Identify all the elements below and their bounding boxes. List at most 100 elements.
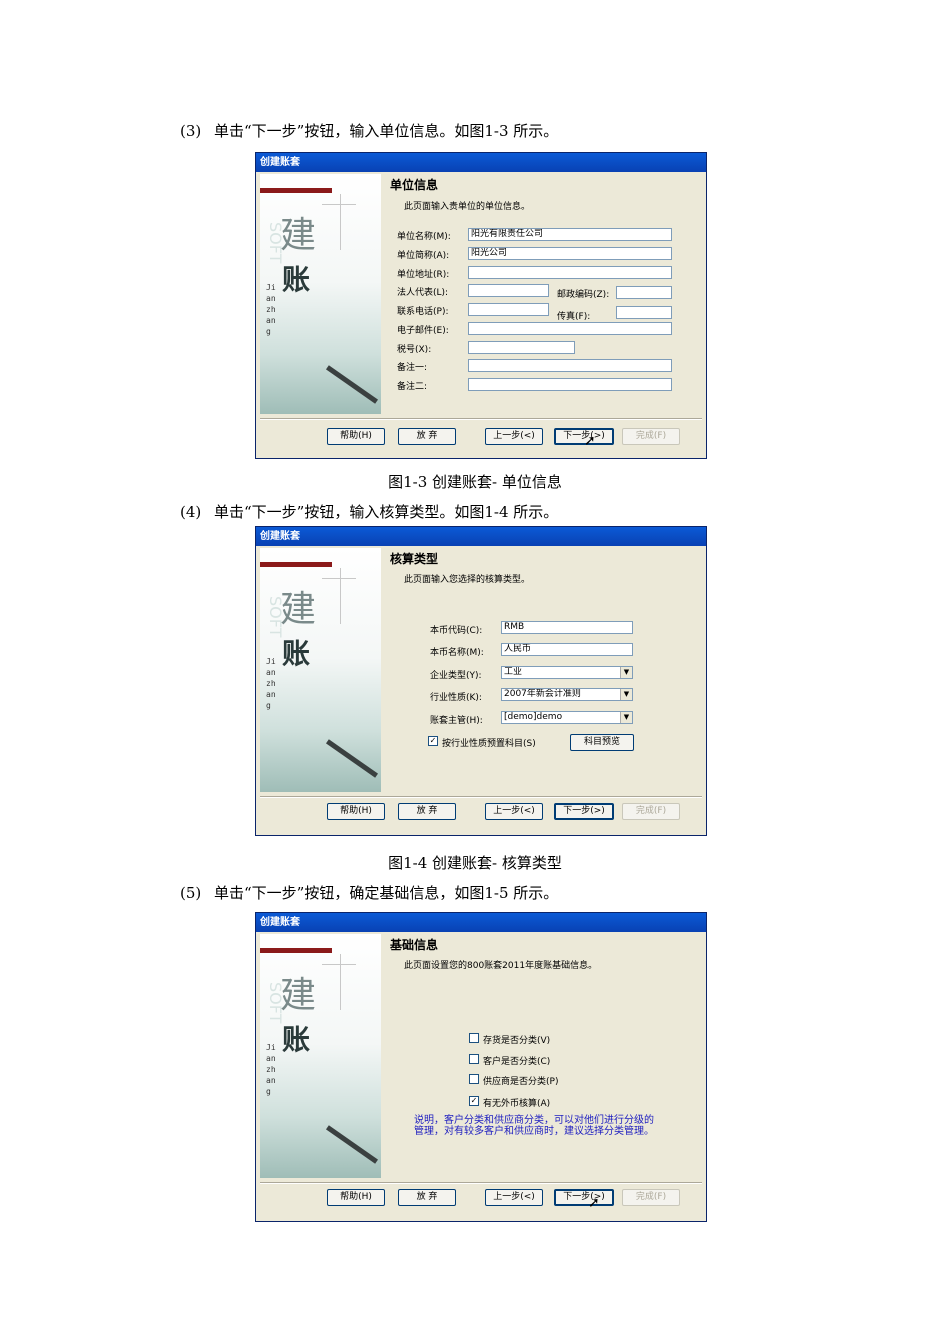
- side-panel-image: SOFT 建 账 Jianzhang: [260, 548, 381, 792]
- paragraph-step-4: (4) 单击“下一步”按钮，输入核算类型。如图1-4 所示。: [180, 501, 558, 522]
- side-char-jian: 建: [280, 215, 317, 256]
- next-button[interactable]: 下一步(>): [554, 803, 614, 820]
- side-char-zhang: 账: [282, 637, 311, 670]
- tax-input[interactable]: [468, 341, 575, 354]
- dropdown-arrow-icon[interactable]: ▼: [620, 689, 632, 700]
- mouse-cursor-icon: ➚: [588, 1195, 600, 1211]
- side-vertical-text: Jianzhang: [266, 1043, 276, 1096]
- prev-button[interactable]: 上一步(<): [485, 1189, 543, 1206]
- supplier-classify-label: 供应商是否分类(P): [483, 1077, 559, 1087]
- help-button[interactable]: 帮助(H): [327, 428, 385, 445]
- inventory-classify-label: 存货是否分类(V): [483, 1036, 551, 1046]
- abandon-button[interactable]: 放 弃: [398, 428, 456, 445]
- customer-classify-label: 客户是否分类(C): [483, 1057, 551, 1067]
- step-number: (5): [180, 884, 202, 902]
- step-number: (4): [180, 503, 202, 521]
- side-vertical-text: Jianzhang: [266, 657, 276, 710]
- help-button[interactable]: 帮助(H): [327, 1189, 385, 1206]
- note1-input[interactable]: [468, 359, 672, 372]
- abandon-button[interactable]: 放 弃: [398, 803, 456, 820]
- email-label: 电子邮件(E):: [397, 326, 449, 336]
- subject-preview-button[interactable]: 科目预览: [570, 734, 634, 751]
- dialog-accounting-type: 创建账套 SOFT 建 账 Jianzhang 核算类型 此页面输入您选择的核算…: [255, 526, 707, 836]
- address-input[interactable]: [468, 266, 672, 279]
- paragraph-step-3: (3) 单击“下一步”按钮，输入单位信息。如图1-3 所示。: [180, 120, 558, 141]
- side-char-jian: 建: [280, 589, 317, 630]
- page-subtitle: 此页面输入您选择的核算类型。: [404, 575, 531, 585]
- phone-input[interactable]: [468, 303, 549, 316]
- fax-input[interactable]: [616, 306, 672, 319]
- company-type-select[interactable]: 工业 ▼: [501, 666, 633, 679]
- postcode-label: 邮政编码(Z):: [557, 290, 610, 300]
- finish-button[interactable]: 完成(F): [622, 803, 680, 820]
- prev-button[interactable]: 上一步(<): [485, 803, 543, 820]
- dialog-unit-info: 创建账套 SOFT 建 账 Jianzhang 单位信息 此页面输入贵单位的单位…: [255, 152, 707, 459]
- side-char-jian: 建: [280, 975, 317, 1016]
- figure-caption-1-3: 图1-3 创建账套- 单位信息: [388, 473, 562, 491]
- abandon-button[interactable]: 放 弃: [398, 1189, 456, 1206]
- supervisor-select[interactable]: [demo]demo ▼: [501, 711, 633, 724]
- currency-name-input[interactable]: 人民币: [501, 643, 633, 656]
- tax-label: 税号(X):: [397, 345, 432, 355]
- email-input[interactable]: [468, 322, 672, 335]
- company-type-label: 企业类型(Y):: [430, 671, 482, 681]
- legal-rep-label: 法人代表(L):: [397, 288, 449, 298]
- currency-name-label: 本币名称(M):: [430, 648, 484, 658]
- address-label: 单位地址(R):: [397, 270, 450, 280]
- unit-abbr-label: 单位简称(A):: [397, 251, 450, 261]
- industry-value: 2007年新会计准则: [504, 689, 581, 699]
- industry-select[interactable]: 2007年新会计准则 ▼: [501, 688, 633, 701]
- step-text: 单击“下一步”按钮，确定基础信息，如图1-5 所示。: [214, 884, 559, 902]
- currency-code-label: 本币代码(C):: [430, 626, 483, 636]
- foreign-currency-checkbox[interactable]: ✓: [469, 1096, 479, 1106]
- finish-button[interactable]: 完成(F): [622, 428, 680, 445]
- foreign-currency-label: 有无外币核算(A): [483, 1099, 551, 1109]
- side-panel-image: SOFT 建 账 Jianzhang: [260, 174, 381, 414]
- finish-button[interactable]: 完成(F): [622, 1189, 680, 1206]
- unit-abbr-input[interactable]: 阳光公司: [468, 247, 672, 260]
- currency-code-input[interactable]: RMB: [501, 621, 633, 634]
- help-button[interactable]: 帮助(H): [327, 803, 385, 820]
- preset-subjects-checkbox[interactable]: ✓: [428, 736, 438, 746]
- page-heading: 基础信息: [390, 938, 439, 952]
- side-vertical-text: Jianzhang: [266, 283, 276, 336]
- note2-input[interactable]: [468, 378, 672, 391]
- dialog-title: 创建账套: [256, 527, 706, 546]
- page-heading: 核算类型: [390, 552, 439, 566]
- supplier-classify-checkbox[interactable]: [469, 1074, 479, 1084]
- phone-label: 联系电话(P):: [397, 307, 449, 317]
- figure-caption-1-4: 图1-4 创建账套- 核算类型: [388, 854, 562, 872]
- supervisor-label: 账套主管(H):: [430, 716, 483, 726]
- note2-label: 备注二:: [397, 382, 428, 392]
- page-subtitle: 此页面设置您的800账套2011年度账基础信息。: [404, 961, 598, 971]
- dialog-basic-info: 创建账套 SOFT 建 账 Jianzhang 基础信息 此页面设置您的800账…: [255, 912, 707, 1222]
- side-char-zhang: 账: [282, 263, 311, 296]
- preset-subjects-label: 按行业性质预置科目(S): [442, 739, 536, 749]
- step-number: (3): [180, 122, 202, 140]
- page-heading: 单位信息: [390, 178, 439, 192]
- step-text: 单击“下一步”按钮，输入单位信息。如图1-3 所示。: [214, 122, 559, 140]
- legal-rep-input[interactable]: [468, 284, 549, 297]
- paragraph-step-5: (5) 单击“下一步”按钮，确定基础信息，如图1-5 所示。: [180, 882, 558, 903]
- postcode-input[interactable]: [616, 286, 672, 299]
- note1-label: 备注一:: [397, 363, 428, 373]
- next-button[interactable]: 下一步(>): [554, 1189, 614, 1206]
- supervisor-value: [demo]demo: [504, 712, 563, 722]
- step-text: 单击“下一步”按钮，输入核算类型。如图1-4 所示。: [214, 503, 559, 521]
- fax-label: 传真(F):: [557, 312, 591, 322]
- dialog-title: 创建账套: [256, 153, 706, 172]
- dropdown-arrow-icon[interactable]: ▼: [620, 712, 632, 723]
- mouse-cursor-icon: ➚: [584, 433, 596, 449]
- inventory-classify-checkbox[interactable]: [469, 1033, 479, 1043]
- customer-classify-checkbox[interactable]: [469, 1054, 479, 1064]
- side-char-zhang: 账: [282, 1023, 311, 1056]
- industry-label: 行业性质(K):: [430, 693, 482, 703]
- company-type-value: 工业: [504, 667, 523, 677]
- unit-name-label: 单位名称(M):: [397, 232, 451, 242]
- classification-note: 说明，客户分类和供应商分类，可以对他们进行分级的管理，对有较多客户和供应商时，建…: [414, 1115, 654, 1137]
- dropdown-arrow-icon[interactable]: ▼: [620, 667, 632, 678]
- page-subtitle: 此页面输入贵单位的单位信息。: [404, 202, 531, 212]
- unit-name-input[interactable]: 阳光有限责任公司: [468, 228, 672, 241]
- prev-button[interactable]: 上一步(<): [485, 428, 543, 445]
- side-panel-image: SOFT 建 账 Jianzhang: [260, 934, 381, 1178]
